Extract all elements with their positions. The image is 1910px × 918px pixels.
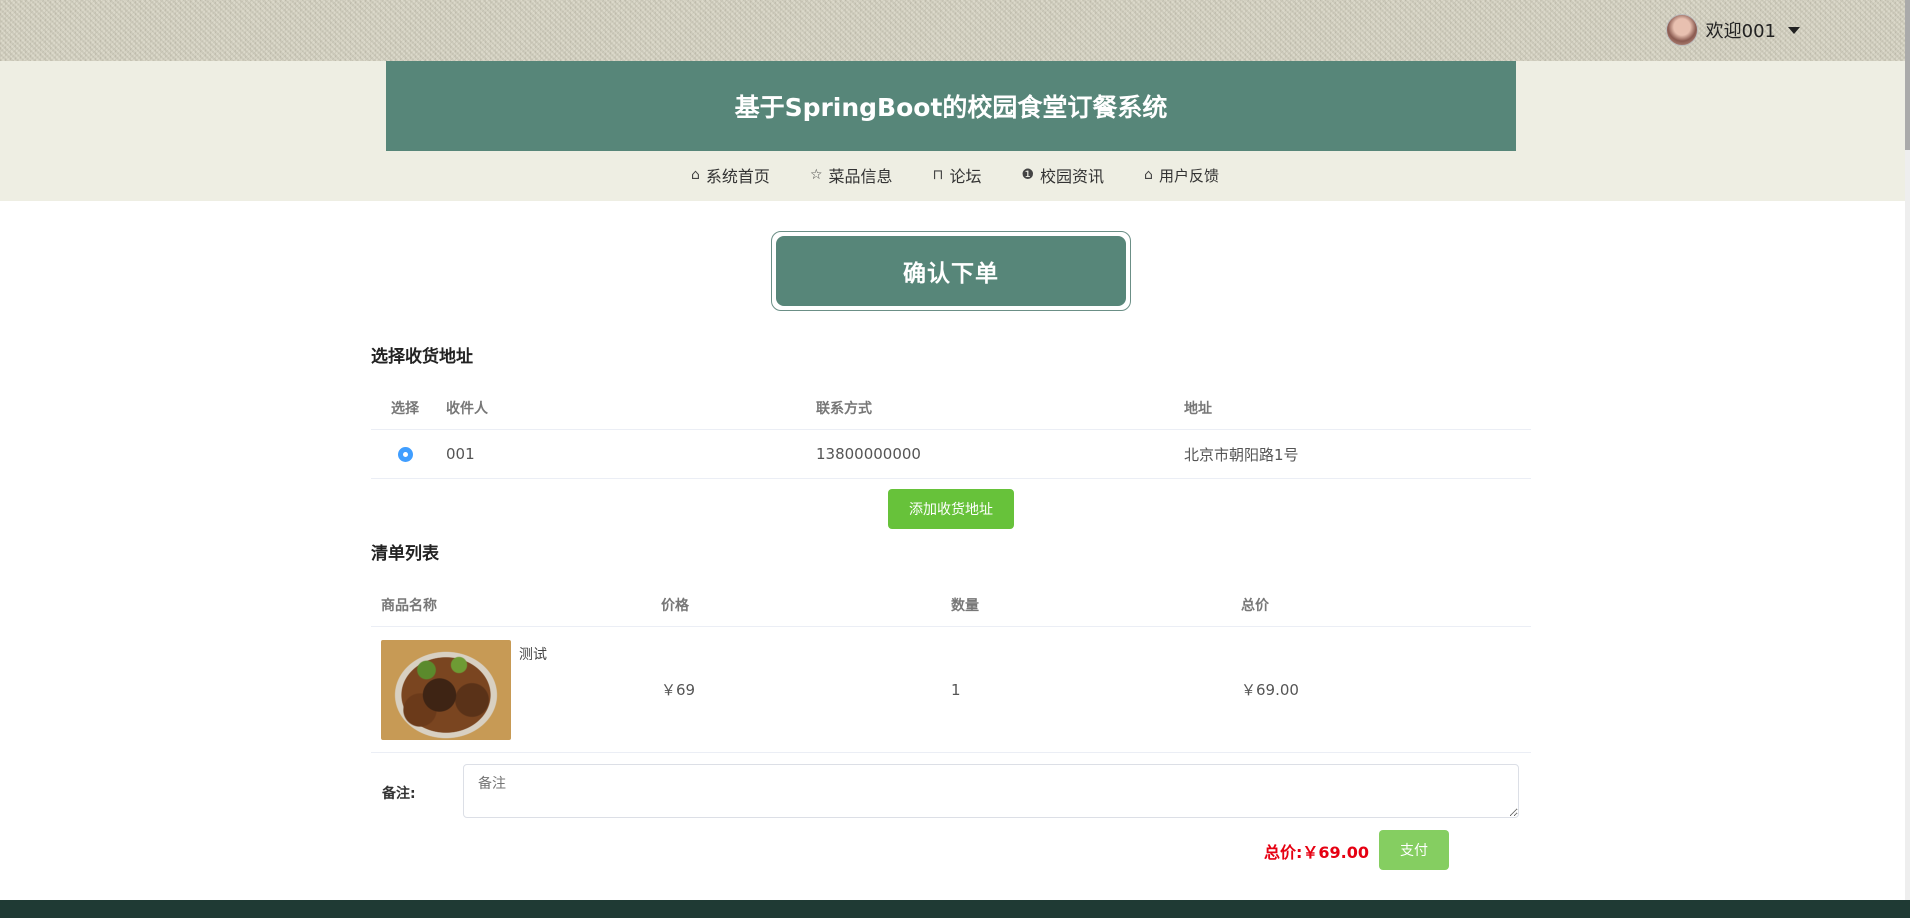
- remark-label: 备注:: [382, 786, 416, 802]
- user-menu[interactable]: 欢迎001: [1665, 14, 1800, 46]
- home-icon: ⌂: [1144, 167, 1153, 183]
- recipient-cell: 001: [446, 445, 475, 463]
- nav-item-forum[interactable]: ⊓ 论坛: [933, 163, 982, 187]
- order-section-title: 清单列表: [371, 544, 439, 564]
- header-cell: 收件人: [446, 400, 488, 417]
- header-cell: 数量: [951, 597, 979, 614]
- address-cell: 北京市朝阳路1号: [1184, 445, 1299, 464]
- nav-item-news[interactable]: ❶ 校园资讯: [1021, 163, 1104, 187]
- table-row: 测试 ￥69 1 ￥69.00: [371, 627, 1531, 753]
- footer: [0, 900, 1910, 918]
- address-radio[interactable]: [398, 446, 413, 462]
- title-banner: 基于SpringBoot的校园食堂订餐系统: [386, 61, 1516, 151]
- total-cell: ￥69.00: [1241, 681, 1299, 699]
- nav-item-dishes[interactable]: ☆ 菜品信息: [810, 163, 893, 187]
- table-header: 选择 收件人 联系方式 地址: [371, 386, 1531, 430]
- caret-down-icon[interactable]: [1788, 26, 1800, 34]
- nav-label: 系统首页: [705, 167, 770, 186]
- star-icon: ☆: [809, 167, 823, 183]
- nav-label: 论坛: [949, 167, 982, 186]
- remark-textarea[interactable]: [463, 764, 1519, 818]
- phone-cell: 13800000000: [816, 445, 921, 463]
- address-section-title: 选择收货地址: [371, 347, 473, 367]
- scrollbar-thumb[interactable]: [1905, 0, 1910, 150]
- avatar[interactable]: [1665, 14, 1698, 46]
- header-cell: 选择: [391, 400, 419, 417]
- header-cell: 总价: [1241, 597, 1269, 614]
- price-cell: ￥69: [661, 681, 696, 699]
- nav-label: 用户反馈: [1158, 166, 1219, 185]
- pay-button[interactable]: 支付: [1379, 830, 1449, 870]
- header: 基于SpringBoot的校园食堂订餐系统 ⌂ 系统首页 ☆ 菜品信息 ⊓ 论坛…: [0, 61, 1910, 201]
- header-cell: 联系方式: [816, 400, 872, 417]
- header-cell: 价格: [661, 597, 689, 614]
- goods-name: 测试: [519, 646, 547, 663]
- table-row[interactable]: 001 13800000000 北京市朝阳路1号: [371, 430, 1531, 479]
- user-greeting[interactable]: 欢迎001: [1706, 17, 1776, 43]
- add-address-button[interactable]: 添加收货地址: [888, 489, 1014, 529]
- header-cell: 地址: [1184, 400, 1212, 417]
- confirm-order-banner: 确认下单: [771, 231, 1131, 311]
- quantity-cell: 1: [951, 680, 961, 699]
- header-cell: 商品名称: [381, 597, 437, 614]
- goods-cell: 测试: [371, 639, 661, 740]
- bag-icon: ⊓: [932, 167, 944, 183]
- top-bar: 欢迎001: [0, 0, 1910, 61]
- main-nav: ⌂ 系统首页 ☆ 菜品信息 ⊓ 论坛 ❶ 校园资讯 ⌂ 用户反馈: [0, 163, 1910, 187]
- nav-item-feedback[interactable]: ⌂ 用户反馈: [1144, 163, 1219, 187]
- address-table: 选择 收件人 联系方式 地址 001 13800000000 北京市朝阳路1号: [371, 386, 1531, 479]
- info-icon: ❶: [1021, 167, 1035, 183]
- nav-label: 校园资讯: [1040, 167, 1105, 186]
- scrollbar[interactable]: [1905, 0, 1910, 900]
- site-title: 基于SpringBoot的校园食堂订餐系统: [734, 93, 1168, 122]
- home-icon: ⌂: [691, 167, 700, 183]
- confirm-order-title: 确认下单: [776, 236, 1126, 306]
- select-cell: [371, 446, 446, 462]
- nav-label: 菜品信息: [828, 167, 893, 186]
- table-header: 商品名称 价格 数量 总价: [371, 583, 1531, 627]
- dish-image: [381, 639, 511, 740]
- order-table: 商品名称 价格 数量 总价 测试 ￥69 1 ￥69.00: [371, 583, 1531, 753]
- nav-item-home[interactable]: ⌂ 系统首页: [691, 163, 770, 187]
- total-price: 总价:￥69.00: [1264, 843, 1370, 862]
